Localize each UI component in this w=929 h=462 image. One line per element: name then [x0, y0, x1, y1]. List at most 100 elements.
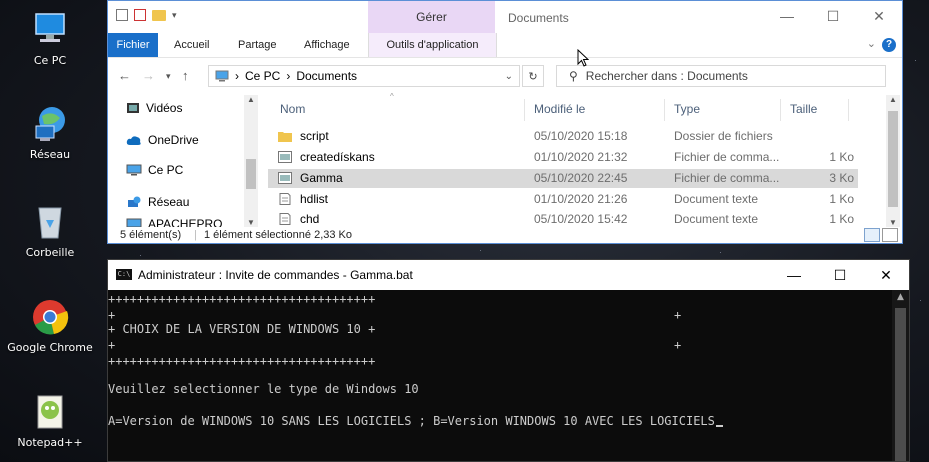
- navigation-pane[interactable]: Vidéos OneDrive Ce PC Réseau APACHEPRO: [108, 95, 262, 227]
- console-input-line[interactable]: A=Version de WINDOWS 10 SANS LES LOGICIE…: [108, 414, 723, 428]
- file-explorer-window[interactable]: ▾ Gérer Documents — ☐ ✕ Fichier Accueil …: [107, 0, 903, 244]
- properties-icon[interactable]: [116, 9, 128, 21]
- desktop-icon-label: Ce PC: [33, 54, 67, 67]
- nav-item-onedrive[interactable]: OneDrive: [126, 133, 199, 147]
- gerer-context-tab[interactable]: Gérer: [368, 1, 495, 33]
- column-header-modified[interactable]: Modifié le: [534, 95, 585, 123]
- chrome-icon: [30, 297, 70, 337]
- console-line: +: [108, 338, 116, 352]
- file-list-scrollbar[interactable]: ▲ ▼: [886, 95, 900, 227]
- scroll-up-icon[interactable]: ▲: [886, 95, 900, 104]
- scroll-up-icon[interactable]: ▲: [892, 292, 909, 302]
- file-size: 1 Ko: [829, 192, 854, 206]
- desktop-icon-reseau[interactable]: Réseau: [0, 104, 100, 161]
- table-row[interactable]: createdískans 01/10/2020 21:32 Fichier d…: [268, 148, 858, 167]
- tab-fichier[interactable]: Fichier: [108, 33, 158, 57]
- onedrive-cloud-icon: [126, 135, 141, 145]
- cmd-window[interactable]: C:\ Administrateur : Invite de commandes…: [107, 259, 910, 462]
- forward-arrow-icon[interactable]: →: [142, 68, 155, 83]
- qa-dropdown-icon[interactable]: ▾: [172, 10, 177, 21]
- cmd-scrollbar[interactable]: ▲: [892, 290, 909, 461]
- tab-partage[interactable]: Partage: [238, 33, 277, 57]
- cmd-icon: C:\: [116, 269, 132, 280]
- nav-item-reseau[interactable]: Réseau: [126, 195, 189, 209]
- chevron-down-icon[interactable]: ⌄: [867, 37, 876, 50]
- help-icon[interactable]: ?: [882, 38, 896, 52]
- desktop-icon-ce-pc[interactable]: Ce PC: [0, 10, 100, 67]
- address-separator: ›: [235, 69, 239, 83]
- table-row[interactable]: script 05/10/2020 15:18 Dossier de fichi…: [268, 127, 858, 146]
- text-file-icon: [279, 213, 291, 225]
- up-arrow-icon[interactable]: ↑: [182, 68, 189, 83]
- file-modified: 05/10/2020 15:42: [534, 212, 628, 226]
- file-name: hdlist: [300, 192, 329, 206]
- address-bar[interactable]: › Ce PC › Documents ⌄: [208, 65, 520, 87]
- search-icon: ⚲: [569, 69, 578, 83]
- column-header-type[interactable]: Type: [674, 95, 700, 123]
- close-button[interactable]: ✕: [863, 260, 909, 290]
- console-line: A=Version de WINDOWS 10 SANS LES LOGICIE…: [108, 414, 715, 428]
- status-bar: 5 élément(s) | 1 élément sélectionné 2,3…: [108, 227, 902, 244]
- file-type: Fichier de comma...: [674, 171, 780, 185]
- file-modified: 01/10/2020 21:26: [534, 192, 628, 206]
- address-row: ← → ▾ ↑ › Ce PC › Documents ⌄ ↻ ⚲ Recher…: [108, 61, 902, 91]
- console-line: Veuillez selectionner le type de Windows…: [108, 382, 419, 396]
- nav-item-apachepro[interactable]: APACHEPRO: [126, 217, 222, 227]
- desktop-icon-label: Corbeille: [25, 246, 75, 259]
- scroll-down-icon[interactable]: ▼: [886, 218, 900, 227]
- console-line: +: [674, 308, 682, 322]
- cmd-window-title: Administrateur : Invite de commandes - G…: [138, 268, 413, 282]
- address-dropdown-icon[interactable]: ⌄: [505, 71, 513, 82]
- desktop-icon-notepadpp[interactable]: Notepad++: [0, 392, 100, 449]
- scroll-thumb[interactable]: [888, 111, 898, 207]
- nav-pane-scrollbar[interactable]: ▲ ▼: [244, 95, 258, 227]
- column-header-name[interactable]: Nom: [280, 95, 305, 123]
- tab-outils-application[interactable]: Outils d'application: [368, 33, 497, 57]
- column-header-size[interactable]: Taille: [790, 95, 817, 123]
- videos-icon: [127, 103, 139, 113]
- back-arrow-icon[interactable]: ←: [118, 68, 131, 83]
- file-name: script: [300, 129, 329, 143]
- explorer-titlebar[interactable]: ▾ Gérer Documents — ☐ ✕: [108, 1, 902, 33]
- checkbox-icon[interactable]: [134, 9, 146, 21]
- file-name: createdískans: [300, 150, 375, 164]
- file-list[interactable]: ^ Nom Modifié le Type Taille script 05/1…: [268, 92, 888, 227]
- refresh-button[interactable]: ↻: [522, 65, 544, 87]
- search-input[interactable]: ⚲ Rechercher dans : Documents: [556, 65, 886, 87]
- batch-file-icon: [278, 151, 292, 163]
- maximize-button[interactable]: ☐: [817, 260, 863, 290]
- new-folder-icon[interactable]: [152, 9, 166, 21]
- minimize-button[interactable]: —: [771, 260, 817, 290]
- table-row[interactable]: hdlist 01/10/2020 21:26 Document texte 1…: [268, 190, 858, 209]
- desktop-icon-corbeille[interactable]: Corbeille: [0, 202, 100, 259]
- window-title: Documents: [508, 11, 569, 25]
- nav-item-ce-pc[interactable]: Ce PC: [126, 163, 183, 177]
- close-button[interactable]: ✕: [856, 1, 902, 31]
- details-view-icon[interactable]: [864, 228, 880, 242]
- nav-item-label: Ce PC: [148, 163, 184, 177]
- computer-small-icon: [215, 70, 229, 82]
- scroll-thumb[interactable]: [895, 308, 906, 461]
- nav-item-label: APACHEPRO: [148, 217, 223, 227]
- maximize-button[interactable]: ☐: [810, 1, 856, 31]
- console-line: +: [674, 338, 682, 352]
- recent-dropdown-icon[interactable]: ▾: [166, 71, 171, 82]
- scroll-thumb[interactable]: [246, 159, 256, 189]
- folder-icon: [278, 132, 292, 142]
- tab-affichage[interactable]: Affichage: [304, 33, 350, 57]
- large-icons-view-icon[interactable]: [882, 228, 898, 242]
- nav-item-videos[interactable]: Vidéos: [126, 101, 182, 115]
- scroll-up-icon[interactable]: ▲: [244, 95, 258, 104]
- file-size: 1 Ko: [829, 150, 854, 164]
- scroll-down-icon[interactable]: ▼: [244, 218, 258, 227]
- file-size: 1 Ko: [829, 212, 854, 226]
- cmd-titlebar[interactable]: C:\ Administrateur : Invite de commandes…: [108, 260, 909, 290]
- breadcrumb-documents[interactable]: Documents: [296, 69, 357, 83]
- breadcrumb-ce-pc[interactable]: Ce PC: [245, 69, 280, 83]
- console-output[interactable]: +++++++++++++++++++++++++++++++++++++ + …: [108, 292, 893, 461]
- desktop-icon-google-chrome[interactable]: Google Chrome: [0, 297, 100, 354]
- file-type: Fichier de comma...: [674, 150, 780, 164]
- table-row-selected[interactable]: Gamma 05/10/2020 22:45 Fichier de comma.…: [268, 169, 858, 188]
- tab-accueil[interactable]: Accueil: [174, 33, 209, 57]
- minimize-button[interactable]: —: [764, 1, 810, 31]
